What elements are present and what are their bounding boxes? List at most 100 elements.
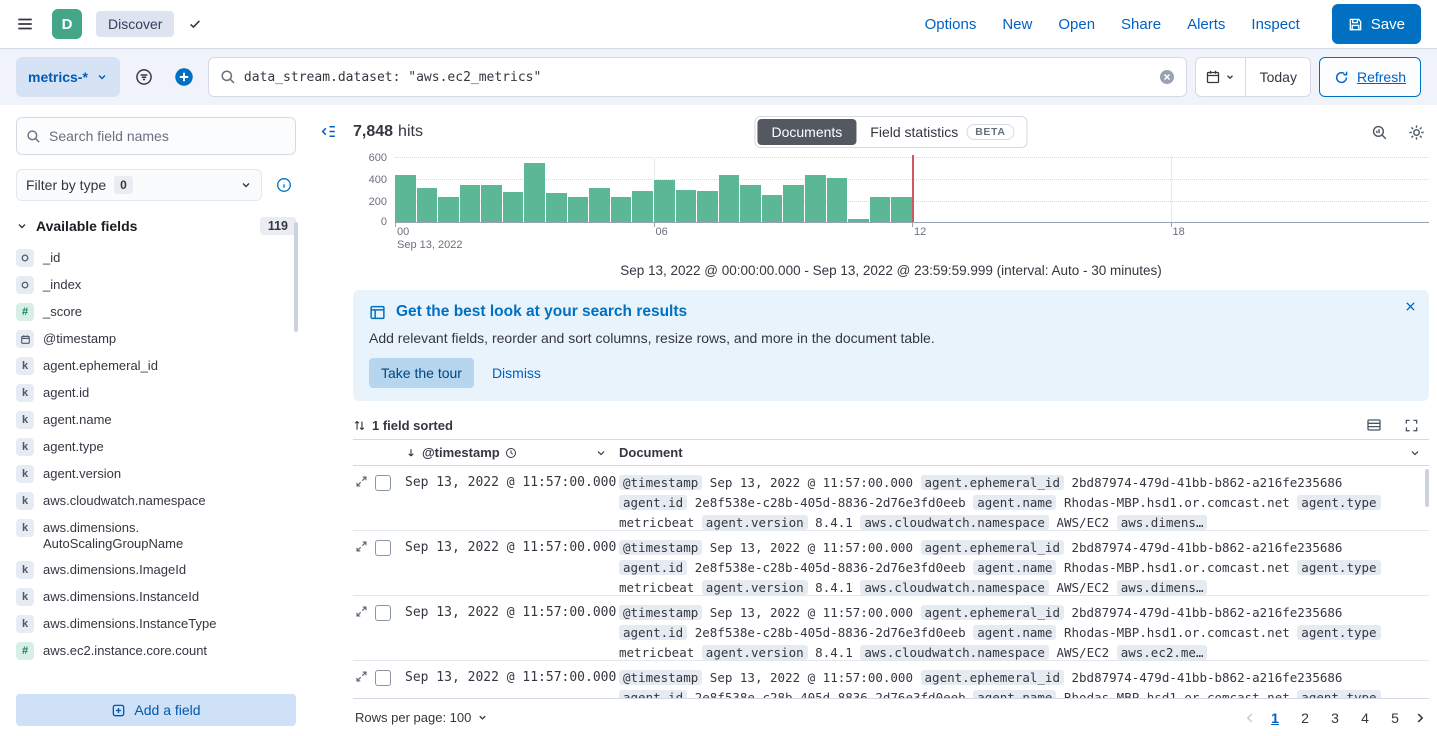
nav-link-open[interactable]: Open (1058, 16, 1095, 33)
histogram-bar[interactable] (611, 197, 632, 222)
date-picker-button[interactable] (1195, 57, 1245, 97)
page-3-button[interactable]: 3 (1323, 705, 1347, 731)
field-item[interactable]: kagent.type (16, 434, 296, 461)
data-view-picker[interactable]: metrics-* (16, 57, 120, 97)
field-item[interactable]: kagent.ephemeral_id (16, 353, 296, 380)
add-field-button[interactable]: Add a field (16, 694, 296, 726)
field-item[interactable]: #_score (16, 299, 296, 326)
plus-circle-icon (174, 67, 194, 87)
close-icon (1404, 300, 1417, 313)
time-range-caption: Sep 13, 2022 @ 00:00:00.000 - Sep 13, 20… (353, 263, 1429, 278)
settings-button[interactable] (1404, 120, 1429, 145)
y-axis: 600 400 200 0 (353, 157, 395, 223)
filter-menu-button[interactable] (128, 57, 160, 97)
field-item[interactable]: _id (16, 245, 296, 272)
tab-field-statistics[interactable]: Field statistics BETA (856, 119, 1024, 145)
histogram-bar[interactable] (870, 197, 891, 222)
row-checkbox[interactable] (375, 540, 391, 556)
page-4-button[interactable]: 4 (1353, 705, 1377, 731)
page-1-button[interactable]: 1 (1263, 705, 1287, 731)
histogram-bar[interactable] (805, 175, 826, 222)
histogram-bar[interactable] (568, 197, 589, 222)
available-fields-accordion[interactable]: Available fields 119 (16, 217, 296, 235)
field-item[interactable]: kagent.id (16, 380, 296, 407)
clear-query-button[interactable] (1159, 69, 1175, 85)
sorted-fields-button[interactable]: 1 field sorted (353, 418, 453, 433)
histogram-bar[interactable] (503, 192, 524, 222)
histogram-bar[interactable] (546, 193, 567, 222)
field-item[interactable]: kagent.name (16, 407, 296, 434)
nav-link-options[interactable]: Options (925, 16, 977, 33)
page-5-button[interactable]: 5 (1383, 705, 1407, 731)
space-avatar[interactable]: D (52, 9, 82, 39)
display-options-button[interactable] (1362, 413, 1386, 437)
rows-per-page-button[interactable]: Rows per page: 100 (355, 710, 488, 725)
field-item[interactable]: kaws.cloudwatch.namespace (16, 488, 296, 515)
expand-document-button[interactable] (355, 605, 368, 618)
breadcrumb-discover[interactable]: Discover (96, 11, 174, 37)
add-filter-button[interactable] (168, 57, 200, 97)
refresh-button[interactable]: Refresh (1319, 57, 1421, 97)
dismiss-button[interactable]: Dismiss (492, 365, 541, 381)
histogram-bar[interactable] (395, 175, 416, 222)
query-input[interactable] (244, 70, 1151, 85)
field-item[interactable]: _index (16, 272, 296, 299)
histogram-bar[interactable] (589, 188, 610, 222)
row-checkbox[interactable] (375, 475, 391, 491)
histogram-bar[interactable] (891, 197, 912, 222)
histogram-bar[interactable] (417, 188, 438, 222)
field-filter-info-button[interactable] (272, 173, 296, 197)
field-item[interactable]: @timestamp (16, 326, 296, 353)
histogram-bar[interactable] (719, 175, 740, 222)
expand-document-button[interactable] (355, 475, 368, 488)
histogram-bar[interactable] (827, 178, 848, 222)
row-checkbox[interactable] (375, 670, 391, 686)
nav-link-share[interactable]: Share (1121, 16, 1161, 33)
histogram-bar[interactable] (632, 191, 653, 222)
filter-by-type-select[interactable]: Filter by type 0 (16, 169, 262, 201)
close-callout-button[interactable] (1404, 300, 1417, 313)
histogram-bar[interactable] (460, 185, 481, 222)
save-button[interactable]: Save (1332, 4, 1421, 44)
field-item[interactable]: kagent.version (16, 461, 296, 488)
date-quick-select[interactable]: Today (1246, 57, 1311, 97)
grid-header-timestamp[interactable]: @timestamp (401, 445, 611, 460)
histogram-bar[interactable] (654, 180, 675, 222)
table-density-icon (1366, 417, 1382, 433)
histogram-bar[interactable] (848, 219, 869, 222)
histogram-bar[interactable] (697, 191, 718, 222)
histogram-bar[interactable] (481, 185, 502, 222)
histogram-bar[interactable] (524, 163, 545, 222)
take-the-tour-button[interactable]: Take the tour (369, 358, 474, 388)
nav-link-alerts[interactable]: Alerts (1187, 16, 1225, 33)
page-2-button[interactable]: 2 (1293, 705, 1317, 731)
grid-header-document[interactable]: Document (611, 445, 1429, 460)
histogram-bar[interactable] (762, 195, 783, 222)
nav-link-new[interactable]: New (1002, 16, 1032, 33)
field-item[interactable]: kaws.dimensions.InstanceType (16, 611, 296, 638)
expand-document-button[interactable] (355, 540, 368, 553)
fullscreen-button[interactable] (1400, 414, 1423, 437)
expand-document-button[interactable] (355, 670, 368, 683)
histogram-bar[interactable] (783, 185, 804, 222)
field-item[interactable]: kaws.dimensions.ImageId (16, 557, 296, 584)
previous-page-button[interactable] (1243, 711, 1257, 725)
tab-documents[interactable]: Documents (757, 119, 856, 145)
field-item[interactable]: kaws.dimensions.InstanceId (16, 584, 296, 611)
collapse-sidebar-button[interactable] (316, 119, 341, 144)
menu-button[interactable] (12, 11, 38, 37)
field-name: aws.dimensions. AutoScalingGroupName (43, 520, 273, 552)
timestamp-column-label: @timestamp (422, 445, 500, 460)
nav-link-inspect[interactable]: Inspect (1251, 16, 1299, 33)
field-item[interactable]: kaws.dimensions. AutoScalingGroupName (16, 515, 296, 557)
field-item[interactable]: #aws.ec2.instance.core.count (16, 638, 296, 665)
sidebar-scrollbar[interactable] (294, 222, 298, 332)
field-search-input[interactable] (49, 128, 286, 144)
grid-scrollbar[interactable] (1425, 469, 1429, 507)
histogram-bar[interactable] (438, 197, 459, 222)
histogram-bar[interactable] (676, 190, 697, 223)
row-checkbox[interactable] (375, 605, 391, 621)
next-page-button[interactable] (1413, 711, 1427, 725)
histogram-bar[interactable] (740, 185, 761, 222)
chart-options-button[interactable] (1367, 120, 1392, 145)
